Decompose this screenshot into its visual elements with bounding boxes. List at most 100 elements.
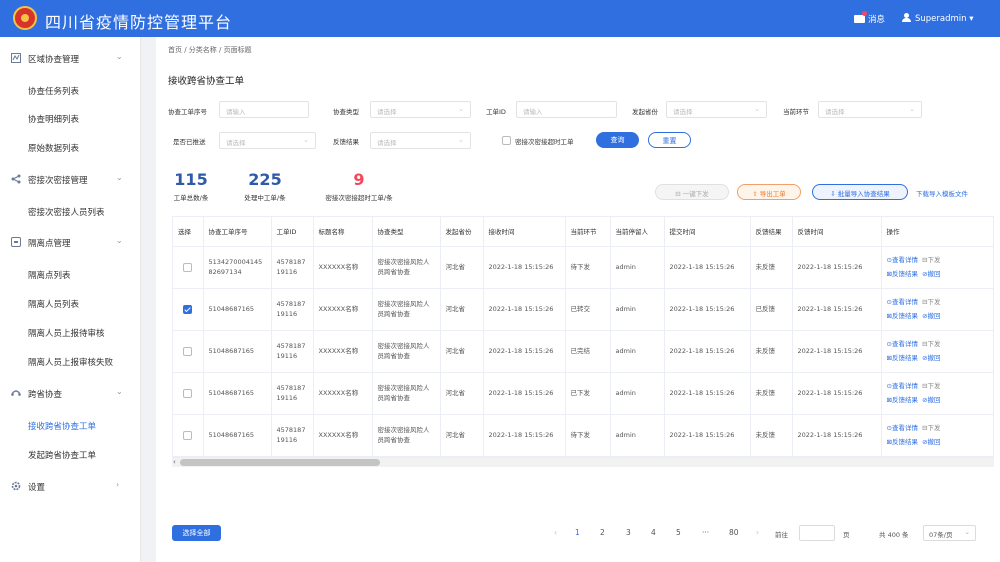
page-1[interactable]: 1: [575, 528, 580, 537]
sidebar-item-detail-list[interactable]: 协查明细列表: [0, 107, 141, 131]
view-details-link[interactable]: ⊙查看详情: [887, 298, 918, 306]
type-cell: 密接次密接风险人员跨省协查: [372, 330, 441, 373]
dispatch-link[interactable]: ⊟下发: [922, 382, 940, 390]
page-80[interactable]: 80: [729, 528, 739, 537]
query-button[interactable]: 查询: [596, 132, 639, 148]
province-select[interactable]: 请选择 ⌄: [666, 101, 767, 118]
reset-button[interactable]: 重置: [648, 132, 691, 148]
pushed-select[interactable]: 请选择 ⌄: [219, 132, 316, 149]
feedback-cell: 未反馈: [750, 330, 793, 373]
page-ellipsis[interactable]: ···: [702, 528, 709, 537]
dispatch-all-button[interactable]: ⊟ 一键下发: [655, 184, 729, 200]
sidebar-item-receive-tickets[interactable]: 接收跨省协查工单: [0, 414, 141, 438]
download-template-link[interactable]: 下载导入模板文件: [916, 188, 968, 198]
feedback-link[interactable]: ⊠反馈结果: [887, 354, 918, 362]
view-details-link[interactable]: ⊙查看详情: [887, 256, 918, 264]
goto-page-input[interactable]: [799, 525, 835, 541]
breadcrumb: 首页 / 分类名称 / 页面标题: [168, 46, 252, 54]
row-checkbox[interactable]: [183, 304, 193, 314]
sidebar-item-isolated-persons[interactable]: 隔离人员列表: [0, 292, 141, 316]
row-select-cell: [173, 288, 204, 331]
pushed-label: 是否已推送: [173, 138, 206, 146]
page-5[interactable]: 5: [676, 528, 681, 537]
next-page-button[interactable]: ›: [756, 528, 759, 537]
user-menu[interactable]: Superadmin ▾: [902, 13, 974, 24]
page-size-select[interactable]: 07条/页 ⌄: [923, 525, 976, 541]
revoke-link[interactable]: ⊘撤回: [922, 354, 940, 362]
row-select-cell: [173, 414, 204, 457]
person-cell: admin: [610, 330, 665, 373]
stage-cell: 已下发: [565, 372, 611, 415]
dispatch-link[interactable]: ⊟下发: [922, 424, 940, 432]
overdue-checkbox[interactable]: [502, 136, 511, 145]
ticket-id-label: 工单ID: [486, 108, 506, 116]
ticket-id-input[interactable]: 请输入: [516, 101, 617, 118]
messages-button[interactable]: 消息: [854, 11, 885, 25]
table-row: 51048687165 457818719116 XXXXXX名称 密接次密接风险人员…: [173, 288, 993, 331]
scrollbar-thumb[interactable]: [180, 459, 380, 466]
feedback-link[interactable]: ⊠反馈结果: [887, 312, 918, 320]
scroll-left-icon[interactable]: ‹: [173, 458, 176, 466]
feedback-link[interactable]: ⊠反馈结果: [887, 438, 918, 446]
dispatch-icon: ⊟: [675, 190, 683, 198]
nav-group-cross-province[interactable]: 跨省协查 ⌄: [0, 382, 141, 406]
sidebar-item-initiate-tickets[interactable]: 发起跨省协查工单: [0, 443, 141, 467]
nav-group-isolation[interactable]: 隔离点管理 ⌄: [0, 231, 141, 255]
row-checkbox[interactable]: [183, 262, 193, 272]
person-cell: admin: [610, 372, 665, 415]
row-checkbox[interactable]: [183, 388, 193, 398]
feedback-time-cell: 2022-1-18 15:15:26: [792, 330, 882, 373]
dispatch-link[interactable]: ⊟下发: [922, 340, 940, 348]
chevron-down-icon: ⌄: [116, 173, 123, 182]
sidebar-item-task-list[interactable]: 协查任务列表: [0, 79, 141, 103]
stage-cell: 待下发: [565, 414, 611, 457]
feedback-link[interactable]: ⊠反馈结果: [887, 270, 918, 278]
chevron-down-icon: ⌄: [754, 105, 760, 113]
sidebar-item-pending-review[interactable]: 隔离人员上报待审核: [0, 321, 141, 345]
type-select[interactable]: 请选择 ⌄: [370, 101, 471, 118]
feedback-link[interactable]: ⊠反馈结果: [887, 396, 918, 404]
ticket-no-input[interactable]: 请输入: [219, 101, 309, 118]
page-2[interactable]: 2: [600, 528, 605, 537]
dispatch-link[interactable]: ⊟下发: [922, 298, 940, 306]
sidebar-item-isolation-points[interactable]: 隔离点列表: [0, 263, 141, 287]
page-3[interactable]: 3: [626, 528, 631, 537]
upload-icon: ⇧: [752, 190, 760, 198]
horizontal-scrollbar[interactable]: ‹: [172, 458, 994, 467]
view-details-link[interactable]: ⊙查看详情: [887, 340, 918, 348]
sidebar-item-review-failed[interactable]: 隔离人员上报审核失败: [0, 350, 141, 374]
table-row: 513427000414582697134 457818719116 XXXXXX名…: [173, 246, 993, 289]
batch-import-button[interactable]: ⇩ 批量导入协查结果: [812, 184, 908, 200]
page-4[interactable]: 4: [651, 528, 656, 537]
nav-group-region-check[interactable]: 区域协查管理 ⌄: [0, 47, 141, 71]
row-checkbox[interactable]: [183, 346, 193, 356]
top-bar: 四川省疫情防控管理平台 消息 Superadmin ▾: [0, 0, 1000, 37]
province-cell: 河北省: [440, 288, 484, 331]
goto-label: 前往: [775, 531, 788, 539]
revoke-link[interactable]: ⊘撤回: [922, 438, 940, 446]
dispatch-link[interactable]: ⊟下发: [922, 256, 940, 264]
select-all-button[interactable]: 选择全部: [172, 525, 221, 541]
nav-group-contacts[interactable]: 密接次密接管理 ⌄: [0, 168, 141, 192]
col-header: 工单ID: [271, 217, 314, 247]
stage-select[interactable]: 请选择 ⌄: [818, 101, 922, 118]
revoke-link[interactable]: ⊘撤回: [922, 270, 940, 278]
submit-time-cell: 2022-1-18 15:15:26: [664, 414, 751, 457]
sidebar-item-contacts-list[interactable]: 密接次密接人员列表: [0, 200, 141, 224]
sidebar-item-raw-data[interactable]: 原始数据列表: [0, 136, 141, 160]
revoke-link[interactable]: ⊘撤回: [922, 312, 940, 320]
table-header-row: 选择 协查工单序号 工单ID 标题名称 协查类型 发起省份 接收时间 当前环节 …: [173, 217, 993, 247]
stage-label: 当前环节: [783, 108, 809, 116]
prev-page-button[interactable]: ‹: [554, 528, 557, 537]
export-button[interactable]: ⇧ 导出工单: [737, 184, 801, 200]
row-checkbox[interactable]: [183, 430, 193, 440]
feedback-select[interactable]: 请选择 ⌄: [370, 132, 471, 149]
revoke-link[interactable]: ⊘撤回: [922, 396, 940, 404]
view-details-link[interactable]: ⊙查看详情: [887, 382, 918, 390]
stat-processing-label: 处理中工单/条: [244, 194, 286, 202]
feedback-time-cell: 2022-1-18 15:15:26: [792, 288, 882, 331]
user-icon: [902, 13, 911, 22]
nav-group-settings[interactable]: 设置 ›: [0, 475, 141, 499]
view-details-link[interactable]: ⊙查看详情: [887, 424, 918, 432]
nav-group-label: 区域协查管理: [28, 55, 80, 65]
